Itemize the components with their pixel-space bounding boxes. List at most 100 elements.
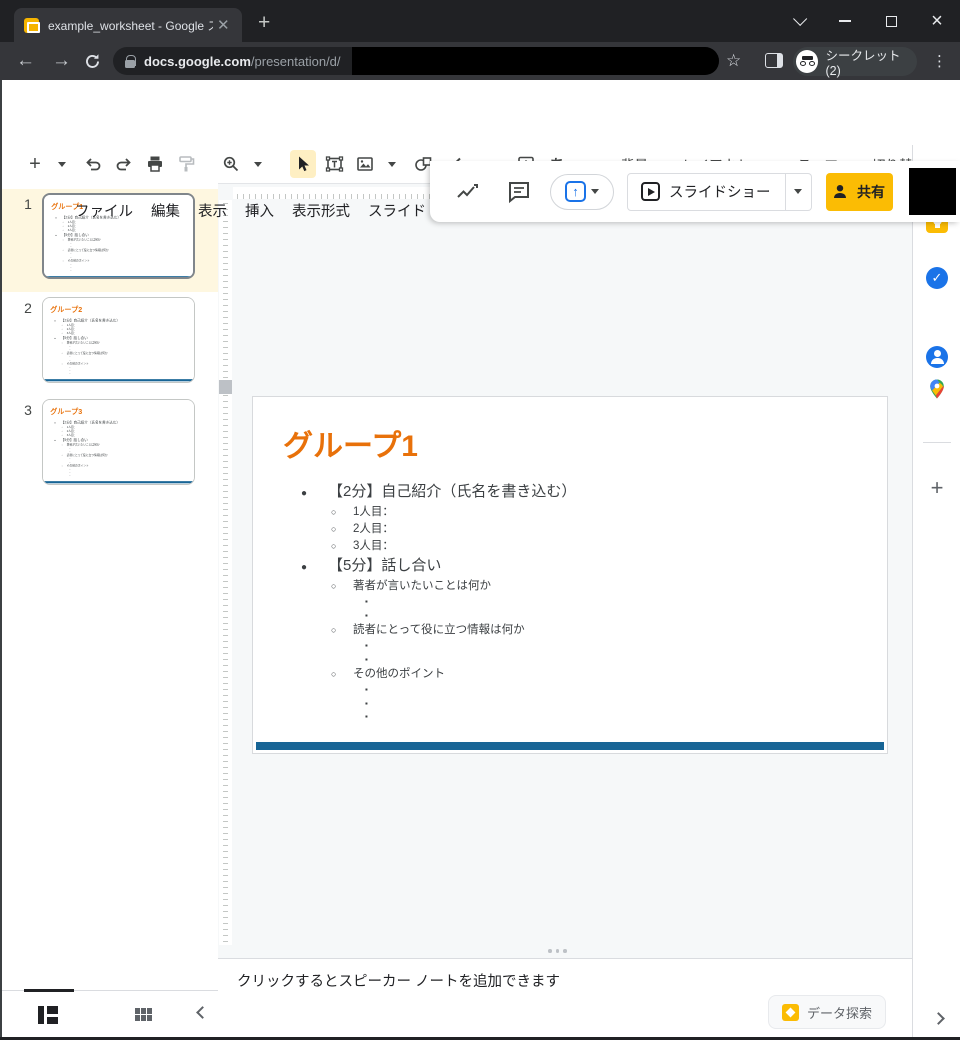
bullet-icon: ▪ <box>365 639 379 653</box>
zoom-button[interactable] <box>218 150 244 178</box>
reload-button[interactable] <box>84 42 101 80</box>
slide-bullet-line: ○3人目： <box>263 538 863 555</box>
explore-button[interactable]: データ探索 <box>768 995 886 1029</box>
play-icon <box>641 182 660 201</box>
bullet-text: 3人目： <box>353 538 394 555</box>
view-switcher-bar <box>0 990 218 1040</box>
share-button[interactable]: 共有 <box>826 173 893 211</box>
menu-view[interactable]: 表示 <box>189 197 236 224</box>
chevron-down-icon <box>591 189 599 194</box>
bullet-text: 著者が言いたいことは何か <box>353 578 491 595</box>
chevron-down-icon <box>793 12 807 26</box>
slide-canvas[interactable]: グループ1 ●【2分】自己紹介（氏名を書き込む）○1人目：○2人目：○3人目：●… <box>218 183 912 958</box>
url-host: docs.google.com <box>144 54 251 69</box>
explore-label: データ探索 <box>807 1003 872 1022</box>
thumbnail-title: グループ3 <box>50 406 82 416</box>
slideshow-button[interactable]: スライドショー <box>627 173 786 211</box>
slideshow-label: スライドショー <box>669 181 771 202</box>
vertical-ruler <box>219 200 232 945</box>
bullet-icon: ▪ <box>365 710 379 724</box>
new-slide-options-button[interactable] <box>49 150 75 178</box>
slide-number: 2 <box>18 300 38 316</box>
slide-body-textbox[interactable]: ●【2分】自己紹介（氏名を書き込む）○1人目：○2人目：○3人目：●【5分】話し… <box>263 481 863 724</box>
filmstrip-view-button[interactable] <box>38 1006 58 1024</box>
bullet-icon: ○ <box>331 578 353 595</box>
bullet-text: 【2分】自己紹介（氏名を書き込む） <box>61 420 120 425</box>
speaker-notes-placeholder[interactable]: クリックするとスピーカー ノートを追加できます <box>237 970 560 991</box>
insert-image-options-button[interactable] <box>379 150 405 178</box>
slide-editor[interactable]: グループ1 ●【2分】自己紹介（氏名を書き込む）○1人目：○2人目：○3人目：●… <box>252 396 888 754</box>
tab-close-icon[interactable]: ✕ <box>217 18 230 33</box>
print-button[interactable] <box>142 150 168 178</box>
forward-button[interactable]: → <box>52 42 71 80</box>
bullet-icon: ○ <box>331 622 353 639</box>
bullet-text: 2人目： <box>353 521 394 538</box>
chevron-down-icon <box>794 189 802 194</box>
incognito-chip[interactable]: シークレット (2) <box>793 47 917 76</box>
reload-icon <box>84 53 101 70</box>
maps-icon[interactable] <box>926 378 948 400</box>
zoom-options-button[interactable] <box>245 150 271 178</box>
browser-titlebar: example_worksheet - Google スライド ✕ + × <box>0 0 960 42</box>
menu-file[interactable]: ファイル <box>66 197 142 224</box>
bullet-text: その他のポイント <box>353 666 445 683</box>
bullet-text: 【5分】話し合い <box>62 233 89 238</box>
bullet-icon: ○ <box>331 666 353 683</box>
vertical-scrollbar-thumb[interactable] <box>219 380 232 394</box>
expand-side-panel-button[interactable] <box>928 1008 948 1028</box>
window-minimize-button[interactable] <box>822 0 868 42</box>
bullet-icon: ○ <box>331 538 353 555</box>
collapse-filmstrip-button[interactable] <box>198 1008 207 1017</box>
account-avatar[interactable] <box>909 168 956 215</box>
window-menu-button[interactable] <box>775 0 821 42</box>
slide-bullet-line: ▪ <box>46 269 189 272</box>
lock-icon <box>125 55 135 68</box>
active-view-indicator <box>24 989 74 992</box>
bookmark-star-icon[interactable]: ☆ <box>726 42 741 80</box>
tab-title: example_worksheet - Google スライド <box>48 17 213 34</box>
undo-button[interactable] <box>80 150 106 178</box>
window-frame <box>0 80 2 1040</box>
side-panel-icon[interactable] <box>765 53 783 68</box>
slide-bullet-line: ▪ <box>263 683 863 697</box>
menu-slide[interactable]: スライド <box>359 197 435 224</box>
back-button[interactable]: ← <box>16 42 35 80</box>
tasks-icon[interactable]: ✓ <box>926 267 948 289</box>
maximize-icon <box>886 16 897 27</box>
text-box-button[interactable] <box>321 150 347 178</box>
insert-image-button[interactable] <box>352 150 378 178</box>
bullet-icon: ▪ <box>70 474 73 477</box>
slide-bullet-line: ○著者が言いたいことは何か <box>263 578 863 595</box>
comment-history-button[interactable] <box>506 179 532 205</box>
slide-thumbnail-3[interactable]: グループ3 ●【2分】自己紹介（氏名を書き込む）○1人目：○2人目：○3人目：●… <box>42 399 195 485</box>
bullet-icon: ▪ <box>365 697 379 711</box>
chevron-right-icon <box>932 1012 945 1025</box>
app-header: example_worksheet ☆ ファイル 編集 表示 挿入 表示形式 ス… <box>0 80 960 145</box>
slide-thumbnail-2[interactable]: グループ2 ●【2分】自己紹介（氏名を書き込む）○1人目：○2人目：○3人目：●… <box>42 297 195 383</box>
contacts-icon[interactable] <box>926 346 948 368</box>
menu-format[interactable]: 表示形式 <box>283 197 359 224</box>
redo-button[interactable] <box>111 150 137 178</box>
slide-bullet-line: ○2人目： <box>263 521 863 538</box>
incognito-label: シークレット (2) <box>825 45 917 78</box>
new-slide-button[interactable]: + <box>22 150 48 178</box>
notes-resize-handle[interactable] <box>548 949 578 953</box>
select-tool-button[interactable] <box>290 150 316 178</box>
activity-trend-button[interactable] <box>454 179 480 205</box>
window-close-button[interactable]: × <box>914 0 960 42</box>
menu-edit[interactable]: 編集 <box>142 197 189 224</box>
present-to-meeting-button[interactable]: ↑ <box>550 174 614 210</box>
browser-tab[interactable]: example_worksheet - Google スライド ✕ <box>14 8 242 42</box>
slide-bullet-line: ○1人目： <box>263 504 863 521</box>
window-maximize-button[interactable] <box>868 0 914 42</box>
browser-menu-icon[interactable]: ⋮ <box>932 42 947 80</box>
slideshow-options-button[interactable] <box>786 173 812 211</box>
add-addon-button[interactable]: + <box>926 477 948 499</box>
new-tab-button[interactable]: + <box>258 11 270 35</box>
slides-favicon-icon <box>24 18 39 33</box>
paint-format-button[interactable] <box>173 150 199 178</box>
grid-view-button[interactable] <box>135 1008 152 1021</box>
slide-title[interactable]: グループ1 <box>283 421 418 465</box>
speaker-notes-panel[interactable]: クリックするとスピーカー ノートを追加できます データ探索 <box>218 958 912 1040</box>
menu-insert[interactable]: 挿入 <box>236 197 283 224</box>
